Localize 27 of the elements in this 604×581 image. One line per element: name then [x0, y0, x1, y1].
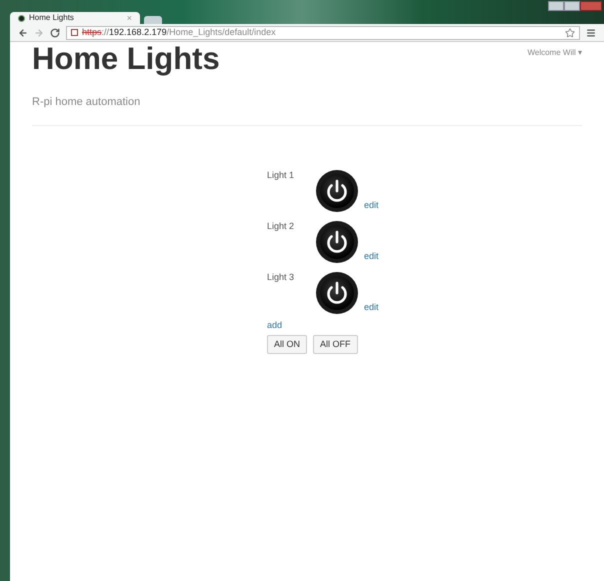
page-title: Home Lights [32, 43, 220, 74]
edit-link[interactable]: edit [364, 199, 379, 212]
back-arrow-icon[interactable] [18, 28, 28, 38]
power-button[interactable] [315, 168, 359, 212]
light-name: Light 2 [267, 220, 296, 233]
action-button[interactable]: All OFF [313, 335, 358, 354]
light-name: Light 1 [267, 168, 296, 182]
close-icon[interactable]: × [126, 14, 132, 22]
action-button[interactable]: All ON [267, 335, 308, 354]
reload-icon[interactable] [50, 28, 60, 38]
new-tab-button[interactable] [144, 16, 162, 24]
bulb-icon [18, 14, 25, 22]
star-icon[interactable] [565, 28, 575, 38]
edit-link[interactable]: edit [364, 301, 379, 314]
edit-link[interactable]: edit [364, 250, 379, 264]
window-controls-icon[interactable] [548, 1, 602, 11]
lock-warning-icon [71, 29, 78, 36]
add-link[interactable]: add [267, 318, 582, 332]
user-menu[interactable]: Welcome Will ▾ [527, 47, 582, 59]
power-button[interactable] [315, 220, 359, 264]
light-name: Light 3 [267, 270, 296, 284]
page-subtitle: R-pi home automation [32, 95, 142, 110]
browser-tab[interactable]: Home Lights × [10, 12, 140, 24]
address-bar[interactable]: https://192.168.2.179/Home_Lights/default/index [66, 26, 580, 40]
power-button[interactable] [315, 270, 359, 314]
menu-icon[interactable] [586, 28, 596, 38]
url-text: https://192.168.2.179/Home_Lights/default/index [82, 26, 276, 39]
